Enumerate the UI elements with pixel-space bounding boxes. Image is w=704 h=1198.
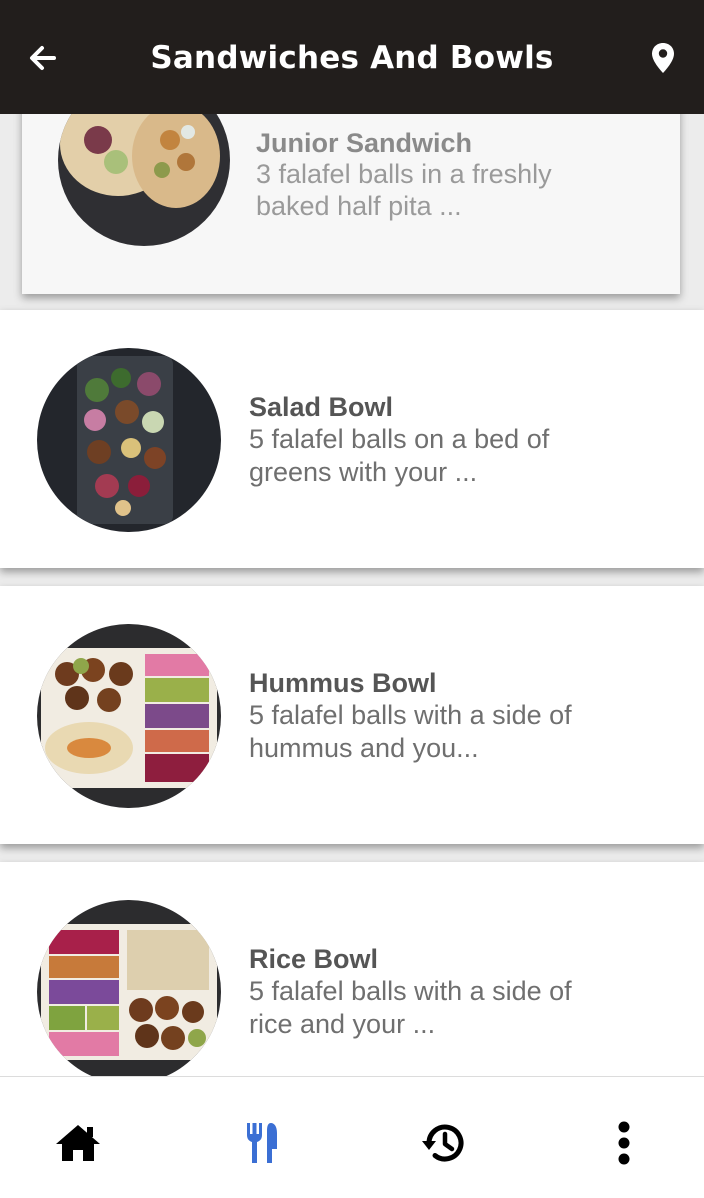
nav-history-button[interactable] [413, 1113, 473, 1173]
map-pin-icon [652, 43, 674, 73]
location-button[interactable] [646, 38, 680, 78]
item-image [37, 348, 221, 532]
app-header: Sandwiches And Bowls [0, 0, 704, 114]
item-image [37, 900, 221, 1084]
menu-item-salad-bowl[interactable]: Salad Bowl 5 falafel balls on a bed of g… [0, 310, 704, 568]
menu-item-hummus-bowl[interactable]: Hummus Bowl 5 falafel balls with a side … [0, 586, 704, 844]
item-description-line-1: 5 falafel balls with a side of [249, 976, 572, 1006]
menu-screen: Sandwiches And Bowls Junior Sandwich 3 f… [0, 0, 704, 1198]
item-image [37, 624, 221, 808]
nav-home-button[interactable] [48, 1113, 108, 1173]
item-description-line-2: rice and your ... [249, 1009, 436, 1039]
item-description-line-1: 5 falafel balls with a side of [249, 700, 572, 730]
menu-item-junior-sandwich[interactable]: Junior Sandwich 3 falafel balls in a fre… [22, 74, 680, 294]
item-description-line-1: 3 falafel balls in a freshly [256, 159, 552, 189]
nav-more-button[interactable] [594, 1113, 654, 1173]
bottom-navigation [0, 1076, 704, 1198]
item-name: Hummus Bowl [249, 668, 437, 698]
item-name: Salad Bowl [249, 392, 394, 422]
item-name: Junior Sandwich [256, 128, 473, 158]
item-name: Rice Bowl [249, 944, 379, 974]
nav-menu-button[interactable] [232, 1113, 292, 1173]
more-vertical-icon [618, 1121, 630, 1165]
item-description-line-2: baked half pita ... [256, 191, 462, 221]
item-description-line-2: hummus and you... [249, 733, 479, 763]
utensils-icon [247, 1123, 277, 1163]
item-description-line-2: greens with your ... [249, 457, 478, 487]
item-description-line-1: 5 falafel balls on a bed of [249, 424, 550, 454]
page-title: Sandwiches And Bowls [150, 40, 554, 76]
home-icon [56, 1125, 100, 1161]
history-icon [422, 1124, 464, 1162]
